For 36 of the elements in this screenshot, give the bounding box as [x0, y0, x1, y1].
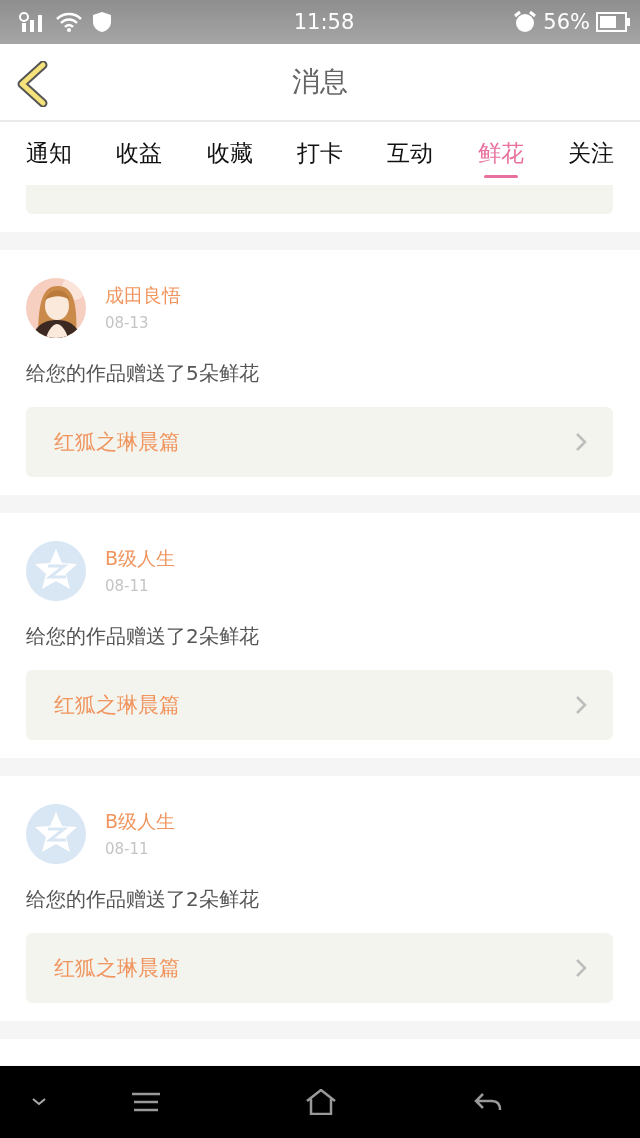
tab[interactable]: 关注: [545, 122, 636, 185]
user-name[interactable]: B级人生: [105, 808, 176, 834]
home-button[interactable]: [306, 1089, 336, 1115]
message-date: 08-11: [105, 839, 150, 860]
wifi-icon: [56, 12, 82, 32]
message-text: 给您的作品赠送了2朵鲜花: [26, 623, 260, 650]
default-avatar-icon: [26, 804, 86, 864]
tab[interactable]: 互动: [365, 122, 456, 185]
status-time: 11:58: [293, 10, 355, 34]
user-name[interactable]: B级人生: [105, 545, 176, 571]
message-text: 给您的作品赠送了5朵鲜花: [26, 360, 260, 387]
tab[interactable]: 收藏: [184, 122, 275, 185]
back-button[interactable]: [16, 61, 50, 107]
menu-button[interactable]: [131, 1092, 161, 1112]
page-title: 消息: [292, 64, 348, 100]
back-nav-button[interactable]: [474, 1092, 502, 1112]
tab[interactable]: 收益: [94, 122, 185, 185]
battery-icon: [596, 12, 630, 32]
tab[interactable]: 通知: [4, 122, 95, 185]
collapse-button[interactable]: [32, 1098, 46, 1106]
alarm-icon: [513, 10, 538, 34]
tab[interactable]: 鲜花: [455, 122, 546, 185]
message-date: 08-11: [105, 576, 150, 597]
chevron-right-icon: [575, 695, 587, 715]
user-name[interactable]: 成田良悟: [105, 282, 181, 308]
work-link[interactable]: 红狐之琳晨篇: [26, 670, 613, 740]
work-link[interactable]: 红狐之琳晨篇: [26, 933, 613, 1003]
chevron-right-icon: [575, 432, 587, 452]
default-avatar-icon: [26, 541, 86, 601]
message-date: 08-13: [105, 313, 150, 334]
tab[interactable]: 打卡: [274, 122, 366, 185]
work-link[interactable]: 红狐之琳晨篇: [26, 407, 613, 477]
message-text: 给您的作品赠送了2朵鲜花: [26, 886, 260, 913]
shield-icon: [92, 11, 112, 33]
battery-percent: 56%: [543, 10, 590, 34]
chevron-right-icon: [575, 958, 587, 978]
